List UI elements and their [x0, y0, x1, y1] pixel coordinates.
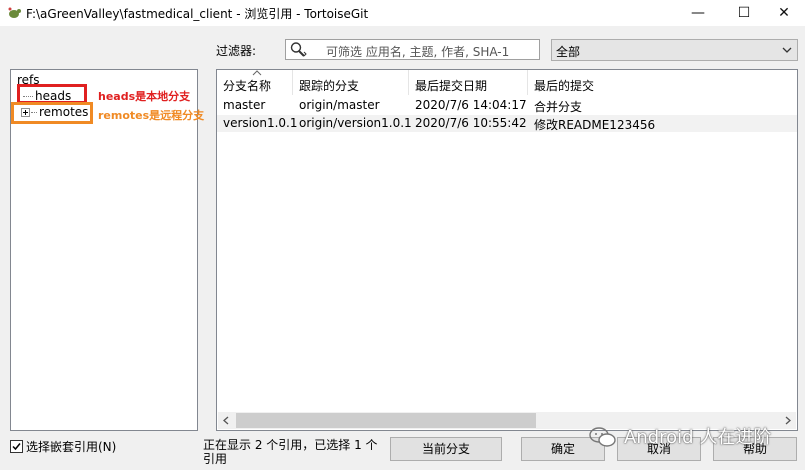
select-nested-refs-checkbox[interactable]: 选择嵌套引用(N) [10, 438, 116, 455]
column-header-tracked-branch[interactable]: 跟踪的分支 [293, 70, 409, 95]
close-button[interactable]: ✕ [761, 0, 805, 26]
remotes-highlight-box [11, 102, 93, 124]
title-bar: F:\aGreenValley\fastmedical_client - 浏览引… [0, 0, 805, 26]
current-branch-button[interactable]: 当前分支 [390, 437, 502, 461]
remotes-annotation: remotes是远程分支 [98, 109, 205, 122]
table-row[interactable]: master origin/master 2020/7/6 14:04:17 合… [217, 97, 797, 114]
column-header-label: 最后提交日期 [415, 79, 488, 93]
checkbox-label: 选择嵌套引用(N) [26, 440, 117, 454]
heads-annotation: heads是本地分支 [98, 90, 191, 103]
column-header-last-commit[interactable]: 最后的提交 [528, 70, 797, 95]
commit-message-cell: 修改README123456 [534, 118, 656, 132]
tortoisegit-icon [8, 7, 21, 18]
chevron-down-icon [782, 47, 792, 53]
wechat-icon [589, 427, 616, 447]
filter-scope-value: 全部 [556, 45, 581, 59]
filter-placeholder: 可筛选 应用名, 主题, 作者, SHA-1 [326, 45, 510, 59]
status-text: 正在显示 2 个引用，已选择 1 个引用 [203, 438, 378, 466]
column-header-last-commit-date[interactable]: 最后提交日期 [409, 70, 528, 95]
ref-list[interactable]: 分支名称 跟踪的分支 最后提交日期 最后的提交 master origin/ma… [216, 69, 798, 431]
filter-input[interactable]: 可筛选 应用名, 主题, 作者, SHA-1 [285, 39, 540, 60]
filter-label: 过滤器: [216, 44, 257, 58]
checkbox-box[interactable] [10, 440, 23, 453]
table-row[interactable]: version1.0.1 origin/version1.0.1 2020/7/… [217, 115, 797, 132]
heads-highlight-box [17, 84, 87, 104]
scroll-left-icon[interactable] [220, 415, 232, 426]
column-header-branch-name[interactable]: 分支名称 [217, 70, 293, 95]
commit-date-cell: 2020/7/6 10:55:42 [415, 116, 527, 130]
column-header-label: 分支名称 [223, 79, 272, 93]
minimize-button[interactable]: — [675, 0, 721, 26]
checkmark-icon [12, 443, 21, 451]
column-header-label: 跟踪的分支 [299, 79, 360, 93]
branch-name-cell: version1.0.1 [223, 116, 298, 130]
scroll-right-icon[interactable] [782, 415, 794, 426]
commit-date-cell: 2020/7/6 14:04:17 [415, 98, 527, 112]
filter-scope-select[interactable]: 全部 [551, 39, 798, 61]
column-header-label: 最后的提交 [534, 79, 595, 93]
tracked-branch-cell: origin/version1.0.1 [299, 116, 412, 130]
search-icon[interactable] [289, 41, 307, 58]
watermark-text: Android 人在进阶 [624, 427, 772, 448]
window-title: F:\aGreenValley\fastmedical_client - 浏览引… [26, 7, 369, 21]
scrollbar-thumb[interactable] [236, 413, 536, 428]
commit-message-cell: 合并分支 [534, 100, 583, 114]
branch-name-cell: master [223, 98, 266, 112]
tracked-branch-cell: origin/master [299, 98, 380, 112]
sort-ascending-icon [252, 70, 262, 76]
